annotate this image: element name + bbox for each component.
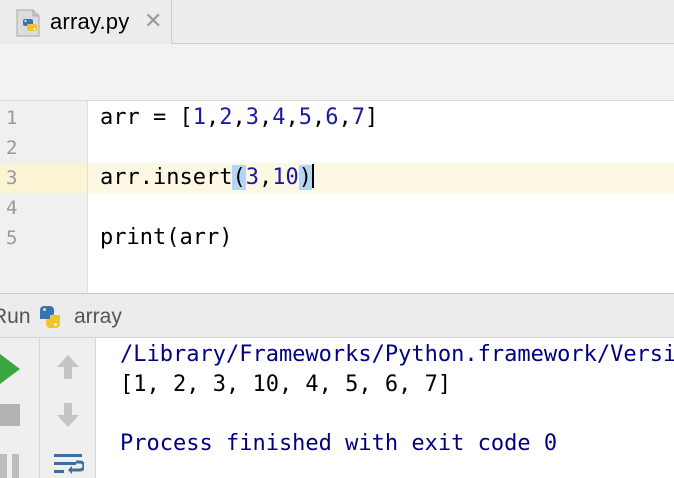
- run-controls: [0, 338, 40, 478]
- matched-paren: ): [298, 165, 312, 190]
- matched-paren: (: [232, 165, 246, 190]
- console-output[interactable]: /Library/Frameworks/Python.framework/Ver…: [96, 338, 674, 478]
- line-number: 4: [6, 197, 18, 219]
- arrow-up-icon[interactable]: [54, 352, 82, 382]
- rerun-icon[interactable]: [0, 354, 20, 384]
- text-caret: [311, 164, 314, 188]
- close-tab-icon[interactable]: ✕: [144, 8, 162, 36]
- python-file-icon: [16, 9, 40, 37]
- tab-label: array.py: [50, 9, 130, 34]
- soft-wrap-icon[interactable]: [52, 450, 84, 478]
- pause-icon[interactable]: [0, 454, 20, 478]
- code-editor[interactable]: 1 2 3 4 5 arr = [1,2,3,4,5,6,7] arr.inse…: [0, 101, 674, 293]
- run-tool-window-header: Run array: [0, 293, 674, 338]
- arrow-down-icon[interactable]: [54, 400, 82, 430]
- console-exit-message: Process finished with exit code 0: [120, 431, 558, 456]
- console-interpreter-path: /Library/Frameworks/Python.framework/Ver…: [120, 342, 674, 367]
- line-number: 3: [6, 167, 18, 189]
- console-controls: [40, 338, 96, 478]
- breadcrumb-bar: [0, 44, 674, 101]
- editor-tab-bar: array.py ✕: [0, 0, 674, 44]
- code-line-5[interactable]: print(arr): [100, 223, 232, 253]
- console-program-output: [1, 2, 3, 10, 4, 5, 6, 7]: [120, 372, 452, 397]
- tab-array-py[interactable]: array.py ✕: [0, 0, 172, 44]
- line-number: 1: [6, 107, 18, 129]
- stop-icon[interactable]: [0, 404, 20, 426]
- run-title: Run: [0, 305, 31, 328]
- code-line-1[interactable]: arr = [1,2,3,4,5,6,7]: [100, 103, 378, 133]
- line-number: 2: [6, 137, 18, 159]
- line-number: 5: [6, 227, 18, 249]
- python-icon: [40, 306, 60, 328]
- run-config-name[interactable]: array: [74, 305, 122, 329]
- code-line-3[interactable]: arr.insert(3,10): [100, 163, 314, 193]
